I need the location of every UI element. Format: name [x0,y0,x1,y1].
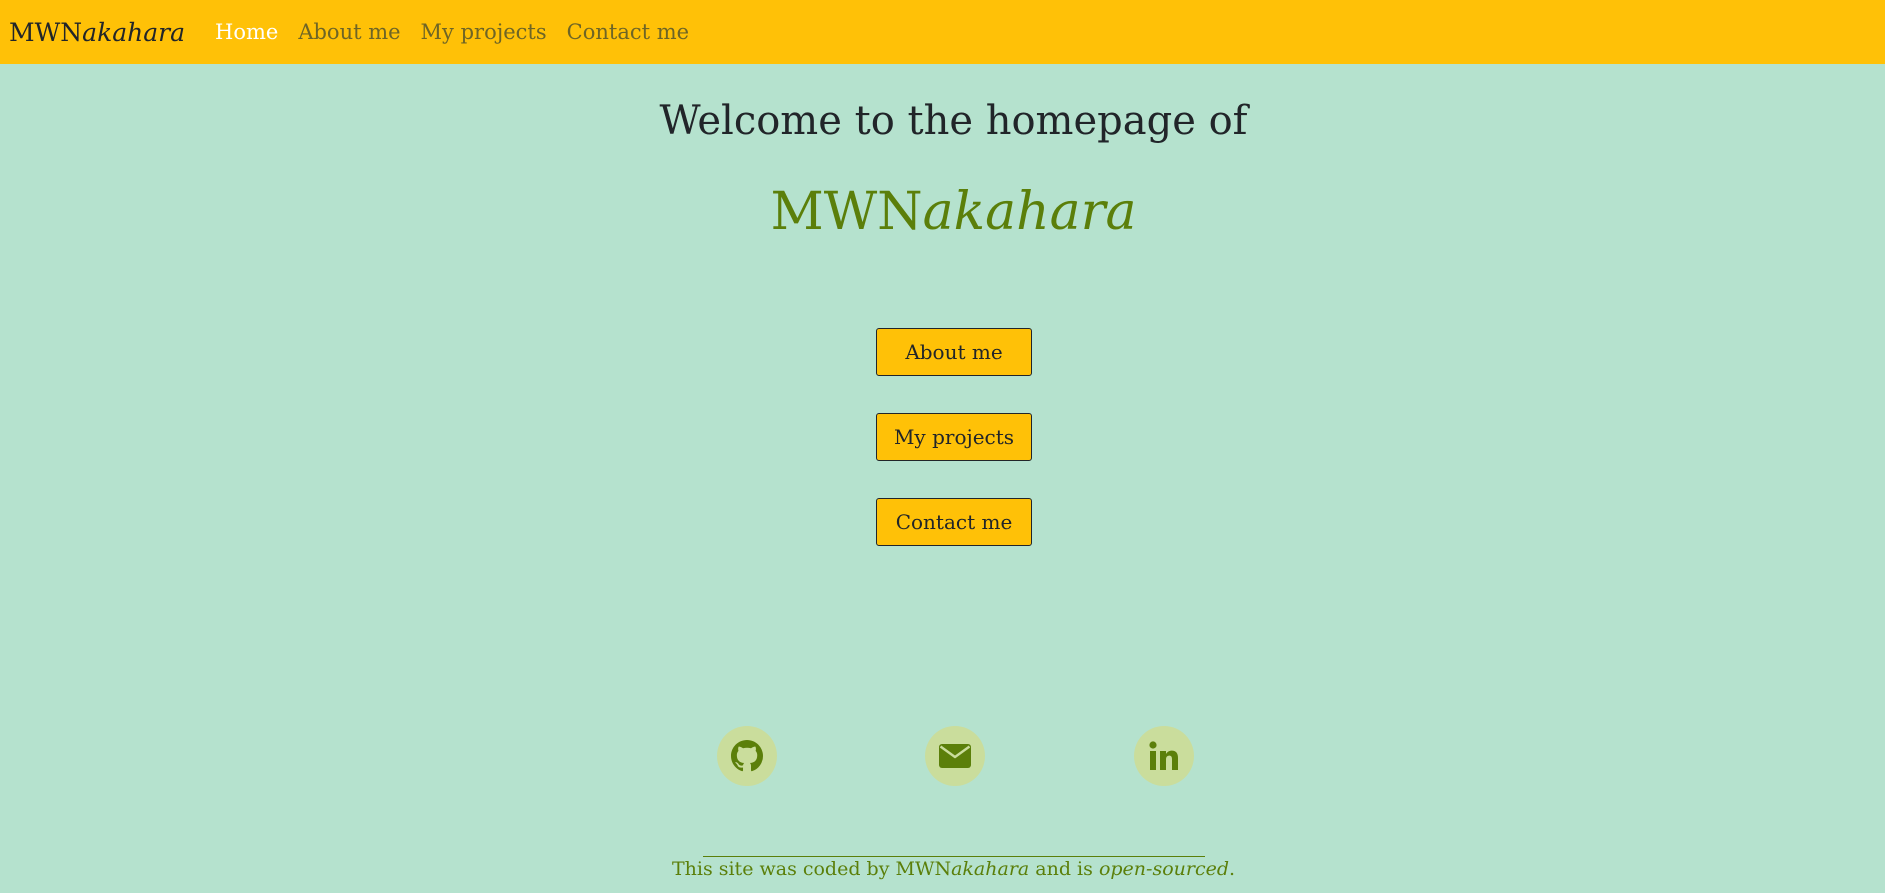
footer-divider [703,856,1205,857]
hero-name-plain: MWN [770,182,923,242]
welcome-heading: Welcome to the homepage of [659,98,1248,144]
about-me-button[interactable]: About me [876,328,1032,376]
footer-author-italic: akahara [951,858,1030,880]
my-projects-button[interactable]: My projects [876,413,1032,461]
contact-me-button[interactable]: Contact me [876,498,1032,546]
footer-text: This site was coded by MWNakahara and is… [0,858,1885,880]
email-link[interactable] [925,726,985,786]
brand-logo[interactable]: MWNakahara [9,18,185,47]
nav-links: Home About me My projects Contact me [215,20,709,44]
footer-suffix: . [1229,858,1236,880]
footer-middle: and is [1029,858,1099,880]
nav-link-projects[interactable]: My projects [421,20,547,44]
hero-name-italic: akahara [922,182,1137,242]
open-sourced-link[interactable]: open-sourced [1099,858,1229,880]
footer-prefix: This site was coded by [671,858,896,880]
hero-name: MWNakahara [0,182,1885,242]
linkedin-icon [1149,741,1178,770]
brand-text-italic: akahara [82,17,185,47]
github-icon [731,740,763,772]
github-link[interactable] [717,726,777,786]
linkedin-link[interactable] [1134,726,1194,786]
top-navbar: MWNakahara Home About me My projects Con… [0,0,1885,64]
nav-link-about[interactable]: About me [298,20,400,44]
nav-link-home[interactable]: Home [215,20,278,44]
nav-link-contact[interactable]: Contact me [567,20,689,44]
envelope-icon [939,744,971,768]
brand-text-plain: MWN [9,17,83,47]
footer-author-plain: MWN [895,858,952,880]
